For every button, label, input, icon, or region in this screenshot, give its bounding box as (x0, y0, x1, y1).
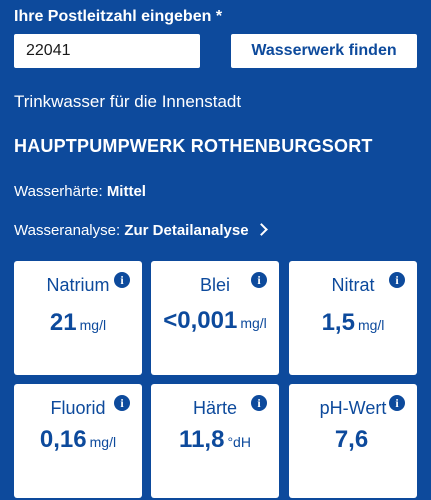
water-analysis: Wasseranalyse: Zur Detailanalyse (14, 222, 268, 239)
value-unit: mg/l (79, 317, 107, 333)
card-ph-wert: pH-Wert i 7,6 (289, 384, 417, 498)
postcode-input[interactable] (14, 34, 200, 68)
value-unit: mg/l (240, 315, 267, 331)
card-natrium: Natrium i 21 mg/l (14, 261, 142, 375)
info-icon[interactable]: i (114, 395, 130, 411)
detail-analysis-link-label: Zur Detailanalyse (124, 222, 249, 239)
analysis-label: Wasseranalyse: (14, 222, 125, 239)
hardness-value: Mittel (106, 183, 146, 200)
postcode-label: Ihre Postleitzahl eingeben * (14, 8, 223, 25)
card-value: <0,001 mg/l (157, 307, 273, 338)
value-number: <0,001 (163, 307, 238, 334)
value-unit: mg/l (89, 434, 117, 450)
card-value: 11,8 °dH (157, 426, 273, 457)
info-icon[interactable]: i (114, 272, 130, 288)
info-icon[interactable]: i (389, 272, 405, 288)
info-icon[interactable]: i (251, 395, 267, 411)
card-haerte: Härte i 11,8 °dH (151, 384, 279, 498)
hardness-label: Wasserhärte: (14, 183, 107, 200)
card-value: 21 mg/l (20, 309, 136, 340)
value-number: 11,8 (179, 426, 225, 453)
card-value: 1,5 mg/l (295, 309, 411, 340)
supply-area-subtitle: Trinkwasser für die Innenstadt (14, 92, 242, 111)
card-blei: Blei i <0,001 mg/l (151, 261, 279, 375)
value-unit: °dH (227, 434, 251, 450)
info-icon[interactable]: i (389, 395, 405, 411)
water-hardness: Wasserhärte: Mittel (14, 183, 146, 200)
waterworks-name: HAUPTPUMPWERK ROTHENBURGSORT (14, 136, 373, 156)
info-icon[interactable]: i (251, 272, 267, 288)
find-waterworks-button[interactable]: Wasserwerk finden (231, 34, 417, 68)
value-number: 7,6 (334, 426, 369, 453)
card-value: 0,16 mg/l (20, 426, 136, 457)
card-value: 7,6 (295, 426, 411, 457)
value-number: 1,5 (321, 309, 355, 336)
value-unit: mg/l (357, 317, 385, 333)
detail-analysis-link[interactable]: Zur Detailanalyse (124, 222, 268, 239)
card-nitrat: Nitrat i 1,5 mg/l (289, 261, 417, 375)
card-fluorid: Fluorid i 0,16 mg/l (14, 384, 142, 498)
value-number: 0,16 (39, 426, 87, 453)
chevron-right-icon (254, 223, 268, 236)
value-number: 21 (49, 309, 77, 336)
